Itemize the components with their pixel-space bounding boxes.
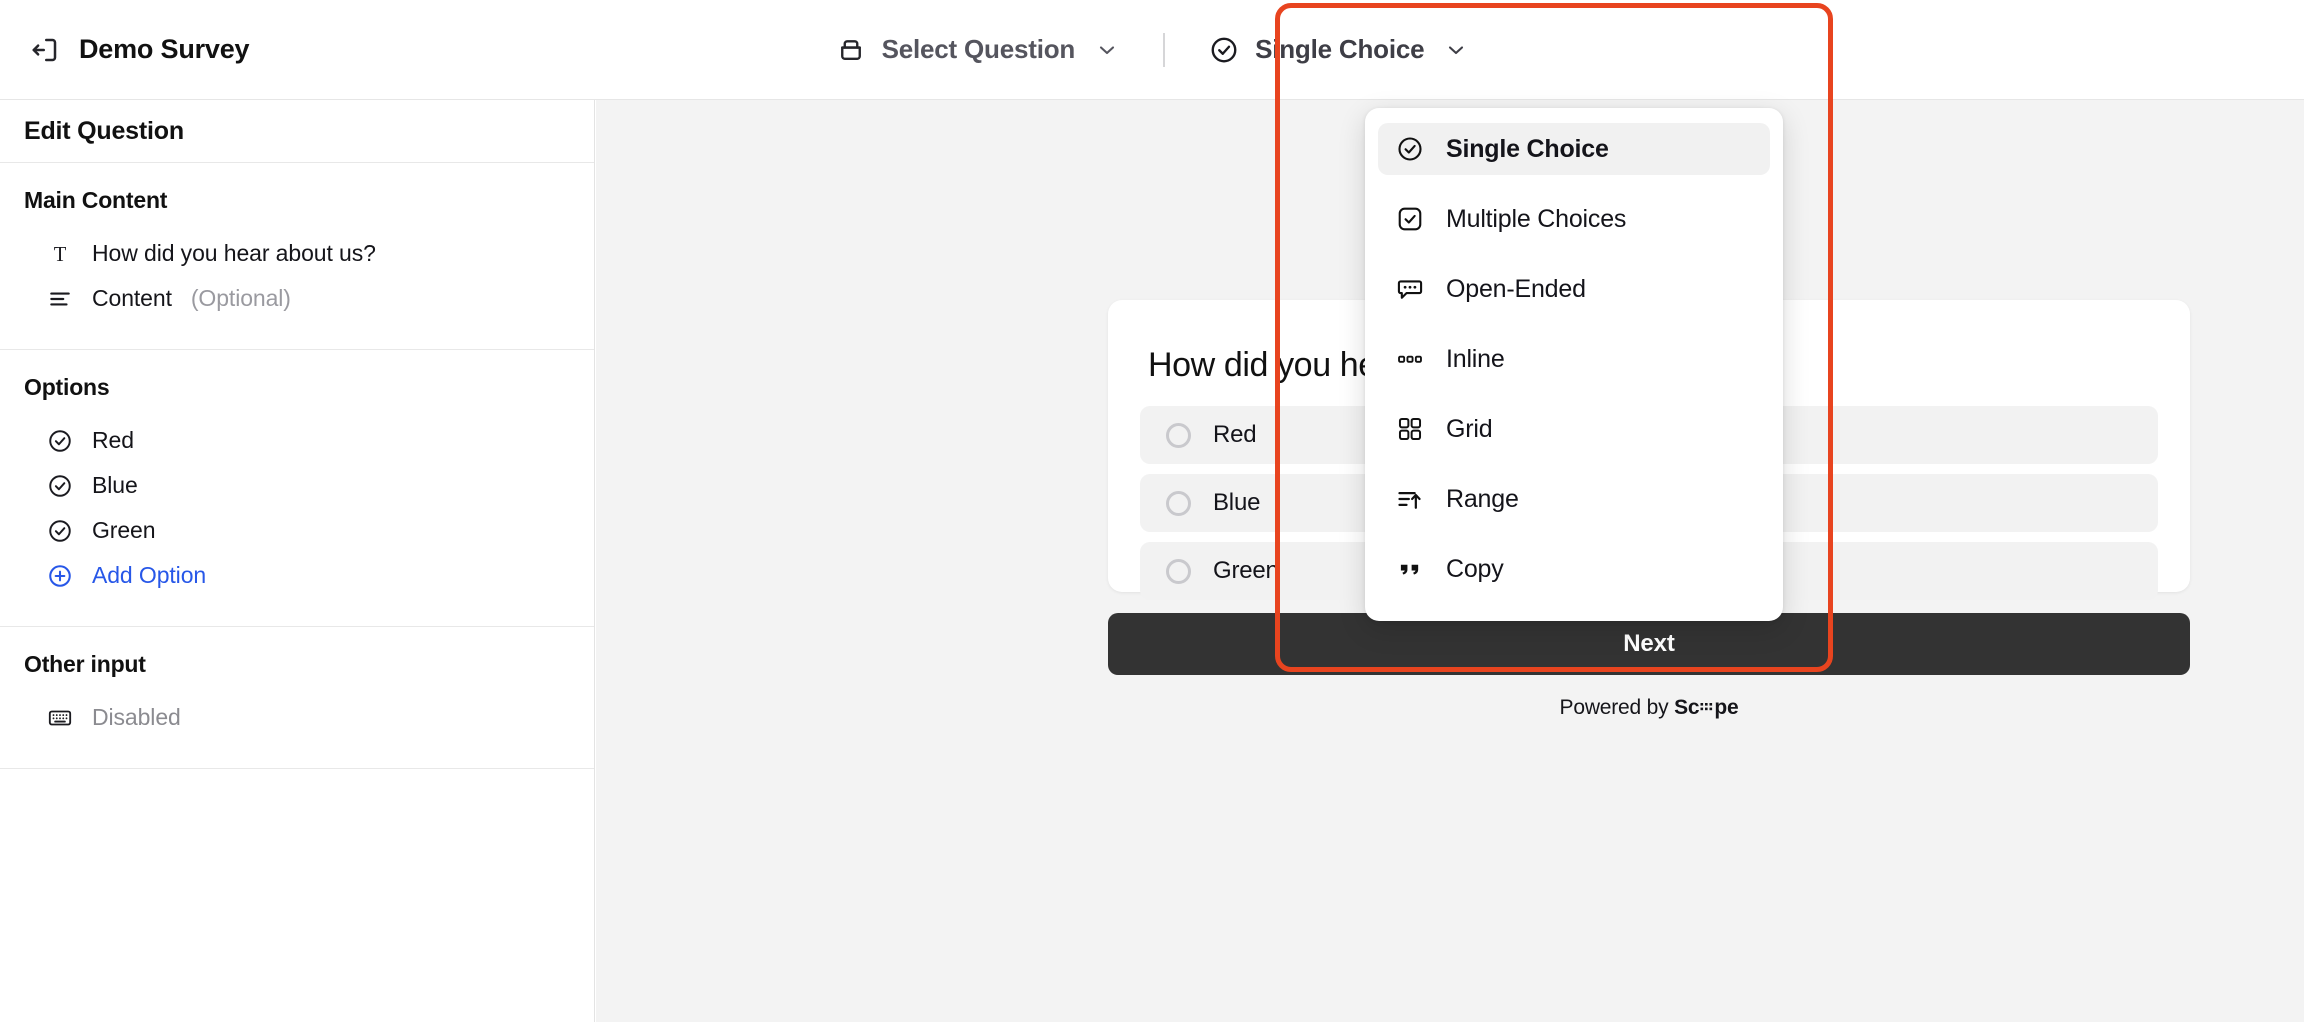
sidebar-option-blue[interactable]: Blue [24, 463, 594, 508]
preview-option-label: Green [1213, 557, 1279, 585]
range-icon [1396, 485, 1424, 513]
section-other-input: Other input Disabled [0, 627, 594, 769]
dropdown-item-multiple-choices[interactable]: Multiple Choices [1378, 193, 1770, 245]
add-option-label: Add Option [92, 562, 206, 589]
svg-text:T: T [54, 244, 67, 266]
quote-icon [1396, 555, 1424, 583]
toolbar-divider [1163, 33, 1165, 67]
powered-by-prefix: Powered by [1560, 696, 1675, 719]
dropdown-item-label: Open-Ended [1446, 275, 1586, 304]
dot-grid-icon [1700, 697, 1713, 721]
preview-option-label: Red [1213, 421, 1256, 449]
speech-bubble-icon [1396, 275, 1424, 303]
next-button[interactable]: Next [1108, 613, 2190, 675]
brand-group: Demo Survey [0, 34, 249, 65]
scope-logo-end: pe [1714, 696, 1738, 719]
dropdown-item-single-choice[interactable]: Single Choice [1378, 123, 1770, 175]
select-question-label: Select Question [882, 34, 1076, 65]
circle-check-icon [47, 473, 73, 499]
app-root: Demo Survey Select Question [0, 0, 2304, 1022]
inline-dots-icon [1396, 345, 1424, 373]
text-format-icon: T [47, 241, 73, 267]
dropdown-item-label: Multiple Choices [1446, 205, 1626, 234]
dropdown-item-label: Copy [1446, 555, 1504, 584]
content-optional-note: (Optional) [191, 285, 291, 312]
dropdown-item-label: Grid [1446, 415, 1492, 444]
add-option-button[interactable]: Add Option [24, 553, 594, 598]
other-input-status: Disabled [92, 704, 181, 731]
dropdown-item-copy[interactable]: Copy [1378, 543, 1770, 595]
preview-option-label: Blue [1213, 489, 1260, 517]
section-title-options: Options [24, 374, 594, 401]
plus-circle-icon [47, 563, 73, 589]
circle-check-icon [1396, 135, 1424, 163]
exit-left-icon[interactable] [30, 35, 60, 65]
keyboard-icon [47, 705, 73, 731]
option-label: Green [92, 517, 155, 544]
sidebar-row-question-text[interactable]: T How did you hear about us? [24, 231, 594, 276]
section-title-main-content: Main Content [24, 187, 594, 214]
powered-by-footer: Powered by Scpe [1108, 696, 2190, 721]
section-title-other-input: Other input [24, 651, 594, 678]
square-check-icon [1396, 205, 1424, 233]
question-type-dropdown-trigger[interactable]: Single Choice [1209, 34, 1468, 65]
dropdown-item-label: Range [1446, 485, 1519, 514]
align-left-icon [47, 286, 73, 312]
radio-icon [1166, 491, 1191, 516]
circle-check-icon [1209, 35, 1239, 65]
radio-icon [1166, 423, 1191, 448]
dropdown-item-grid[interactable]: Grid [1378, 403, 1770, 455]
content-label: Content [92, 285, 172, 312]
page-title: Demo Survey [79, 34, 249, 65]
edit-question-sidebar: Edit Question Main Content T How did you… [0, 100, 595, 1022]
box-icon [836, 35, 866, 65]
grid-icon [1396, 415, 1424, 443]
option-label: Blue [92, 472, 138, 499]
dropdown-item-label: Single Choice [1446, 135, 1609, 164]
sidebar-header: Edit Question [0, 100, 594, 163]
chevron-down-icon [1095, 38, 1119, 62]
question-type-label: Single Choice [1255, 34, 1424, 65]
other-input-row[interactable]: Disabled [24, 695, 594, 740]
question-type-dropdown-menu: Single Choice Multiple Choices Open-Ende… [1365, 108, 1783, 621]
sidebar-title: Edit Question [24, 117, 184, 146]
question-text-value: How did you hear about us? [92, 240, 376, 267]
dropdown-item-inline[interactable]: Inline [1378, 333, 1770, 385]
radio-icon [1166, 559, 1191, 584]
option-label: Red [92, 427, 134, 454]
sidebar-option-red[interactable]: Red [24, 418, 594, 463]
scope-logo-start: Sc [1674, 696, 1699, 719]
dropdown-item-open-ended[interactable]: Open-Ended [1378, 263, 1770, 315]
sidebar-row-content[interactable]: Content (Optional) [24, 276, 594, 321]
scope-logo: Scpe [1674, 696, 1738, 719]
section-options: Options Red Blue Green [0, 350, 594, 627]
circle-check-icon [47, 428, 73, 454]
select-question-dropdown[interactable]: Select Question [836, 34, 1120, 65]
circle-check-icon [47, 518, 73, 544]
chevron-down-icon [1444, 38, 1468, 62]
dropdown-item-label: Inline [1446, 345, 1505, 374]
dropdown-item-range[interactable]: Range [1378, 473, 1770, 525]
sidebar-option-green[interactable]: Green [24, 508, 594, 553]
section-main-content: Main Content T How did you hear about us… [0, 163, 594, 350]
